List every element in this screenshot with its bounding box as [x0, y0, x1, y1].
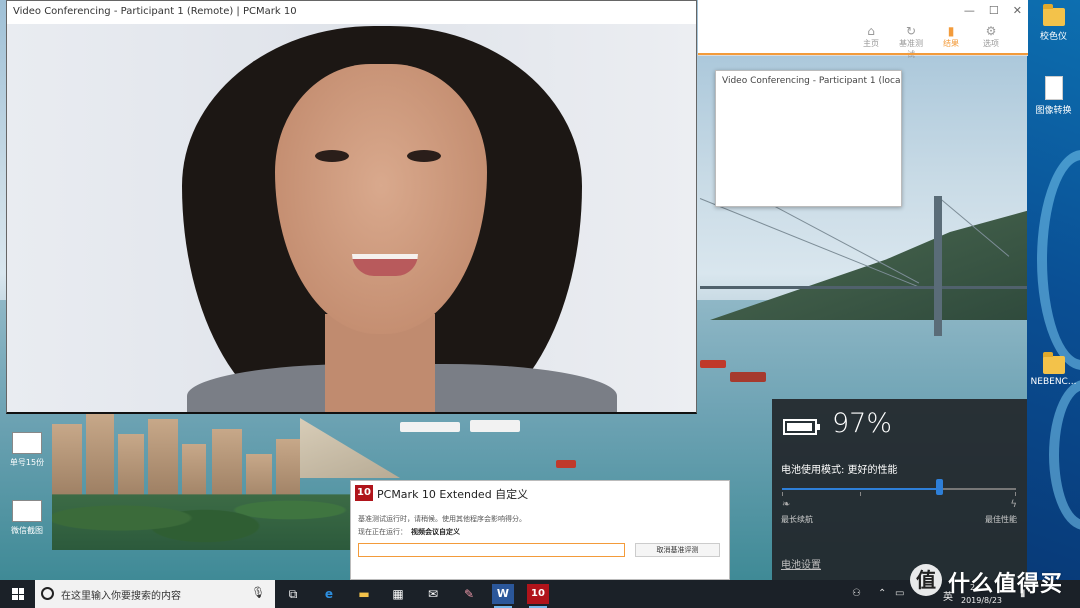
folder-icon: [1042, 352, 1065, 374]
paint-icon[interactable]: ✎: [458, 584, 480, 604]
local-participant-window[interactable]: Video Conferencing - Participant 1 (loca…: [715, 70, 902, 207]
desktop-icon-folder[interactable]: 校色仪: [1027, 4, 1080, 42]
slider-thumb[interactable]: [936, 479, 943, 495]
people-icon[interactable]: ⚇: [852, 588, 861, 599]
battery-settings-link[interactable]: 电池设置: [781, 556, 821, 571]
boat: [730, 372, 766, 382]
lightning-icon: ϟ: [1010, 499, 1017, 510]
nav-label: 主页: [863, 39, 879, 48]
nav-label: 选项: [983, 39, 999, 48]
boat: [700, 360, 726, 368]
search-box[interactable]: 在这里输入你要搜索的内容 🎙: [35, 580, 275, 608]
slider-tick: [1015, 492, 1016, 496]
home-icon: ⌂: [867, 24, 875, 38]
desktop-icon-image[interactable]: 单号15份: [4, 432, 50, 468]
video-person-eye: [407, 150, 441, 162]
desktop-icon-document[interactable]: 图像转换: [1027, 76, 1080, 116]
bridge-cable: [699, 198, 923, 289]
boat: [470, 420, 520, 432]
task-view-icon[interactable]: ⧉: [282, 584, 304, 604]
nav-label: 基准测试: [899, 39, 923, 59]
remote-video-feed: [7, 24, 696, 412]
battery-tray-icon[interactable]: ▭: [895, 588, 904, 599]
power-mode-slider[interactable]: [782, 488, 1016, 490]
desktop-icon-label: 图像转换: [1035, 106, 1072, 116]
boat: [400, 422, 460, 432]
slider-tick: [782, 492, 783, 496]
document-icon: [1044, 76, 1063, 100]
edge-icon[interactable]: e: [318, 584, 340, 604]
desktop-right-strip: 校色仪 图像转换 NEBENC...: [1027, 0, 1080, 580]
remote-participant-window[interactable]: Video Conferencing - Participant 1 (Remo…: [6, 0, 697, 414]
bridge-deck: [700, 286, 1030, 289]
desktop-icon-label: 微信截图: [11, 526, 43, 535]
window-title: Video Conferencing - Participant 1 (Remo…: [7, 1, 696, 24]
microphone-icon[interactable]: 🎙: [251, 586, 265, 599]
slider-tick: [860, 492, 861, 496]
nav-label: 结果: [943, 39, 959, 48]
dialog-title: PCMark 10 Extended 自定义: [377, 488, 529, 501]
search-placeholder: 在这里输入你要搜索的内容: [61, 591, 181, 602]
word-icon[interactable]: W: [492, 584, 514, 608]
bridge-tower: [934, 196, 942, 336]
start-button[interactable]: [12, 588, 24, 600]
watermark-logo-icon: 值: [910, 564, 942, 596]
desktop-icon-image[interactable]: 微信截图: [4, 500, 50, 536]
desktop-icon-label: NEBENC...: [1030, 377, 1077, 387]
mail-icon[interactable]: ✉: [422, 584, 444, 604]
status-value: 视频会议自定义: [411, 528, 460, 536]
slider-label-performance: 最佳性能: [985, 515, 1017, 524]
boat: [556, 460, 576, 468]
image-file-icon: [12, 432, 42, 454]
progress-bar: [358, 543, 625, 557]
image-file-icon: [12, 500, 42, 522]
slider-fill: [782, 488, 939, 490]
wallpaper-swirl: [1037, 150, 1080, 370]
file-explorer-icon[interactable]: ▬: [353, 584, 375, 604]
refresh-icon: ↻: [905, 24, 917, 38]
watermark: 值 什么值得买: [908, 562, 1078, 602]
watermark-text: 什么值得买: [948, 572, 1064, 597]
chevron-up-icon[interactable]: ⌃: [878, 588, 886, 599]
close-button[interactable]: ✕: [1013, 4, 1022, 17]
cortana-icon: [41, 587, 54, 600]
battery-level: [787, 423, 812, 431]
video-person-eye: [315, 150, 349, 162]
bridge-cable: [759, 198, 920, 284]
gear-icon: ⚙: [985, 24, 997, 38]
battery-flyout: 97% 电池使用模式: 更好的性能 ❧ ϟ 最长续航 最佳性能 电池设置: [772, 399, 1027, 580]
minimize-button[interactable]: —: [964, 4, 975, 17]
folder-icon: [1042, 4, 1065, 26]
battery-percent: 97%: [832, 408, 893, 439]
desktop-icon-label: 校色仪: [1039, 32, 1067, 42]
results-icon: ▮: [947, 24, 955, 38]
pcmark-main-window: — ☐ ✕ ⌂ 主页 ↻ 基准测试 ▮ 结果 ⚙ 选项: [698, 0, 1028, 59]
slider-label-battery-saver: 最长续航: [781, 515, 813, 524]
cancel-benchmark-button[interactable]: 取消基准评测: [635, 543, 720, 557]
battery-mode-label: 电池使用模式: 更好的性能: [781, 465, 898, 476]
store-icon[interactable]: ▦: [387, 584, 409, 604]
battery-icon: [783, 419, 820, 435]
status-label: 现在正在运行：: [358, 528, 407, 536]
desktop-icon-label: 单号15份: [9, 458, 45, 467]
desktop-icon-folder[interactable]: NEBENC...: [1027, 352, 1080, 387]
wallpaper-hills: [710, 210, 1030, 320]
pcmark-icon[interactable]: 10: [527, 584, 549, 608]
wallpaper-swirl: [1049, 380, 1080, 530]
maximize-button[interactable]: ☐: [989, 4, 999, 17]
pcmark-logo-icon: 10: [355, 485, 373, 501]
leaf-icon: ❧: [782, 499, 791, 510]
benchmark-dialog: 10 PCMark 10 Extended 自定义 基准测试运行时，请稍候。使用…: [350, 480, 730, 580]
dialog-status: 现在正在运行： 视频会议自定义: [358, 527, 460, 537]
window-controls: — ☐ ✕: [964, 4, 1022, 17]
accent-line: [698, 53, 1028, 55]
dialog-message: 基准测试运行时，请稍候。使用其他程序会影响得分。: [358, 515, 526, 523]
window-title: Video Conferencing - Participant 1 (loca…: [722, 76, 901, 86]
wallpaper-trees: [52, 470, 392, 550]
